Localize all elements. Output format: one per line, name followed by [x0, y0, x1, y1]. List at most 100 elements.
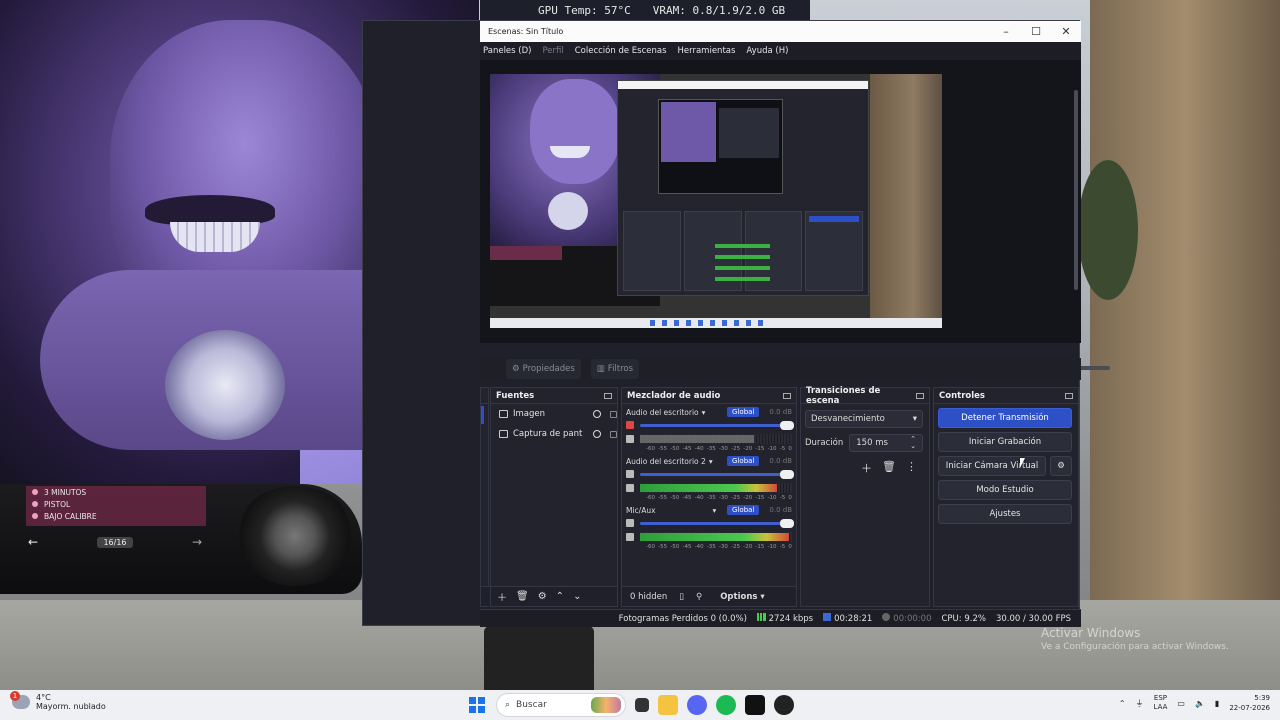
search-icon: ⌕ [505, 700, 511, 710]
clock[interactable]: 5:39 22-07-2026 [1229, 693, 1270, 713]
bullet-icon [32, 501, 38, 507]
studio-mode-button[interactable]: Modo Estudio [938, 480, 1072, 500]
volume-slider[interactable] [640, 420, 794, 430]
dock-header: Controles [934, 388, 1078, 404]
popout-icon[interactable] [783, 392, 791, 399]
lock-icon[interactable] [610, 430, 617, 438]
taskbar-search[interactable]: ⌕ Buscar [496, 693, 626, 717]
windows-start-icon[interactable] [467, 695, 487, 715]
menu-bar: Paneles (D) Perfil Colección de Escenas … [480, 42, 1081, 60]
mixer-channel: Mic/Aux ▾ Global 0.0 dB -60 -55 -50 -45 -40 -35… [622, 502, 796, 551]
language-indicator[interactable]: ESP LAA [1154, 694, 1168, 712]
add-icon[interactable]: ＋ [497, 589, 507, 604]
menu-tools[interactable]: Herramientas [678, 46, 736, 56]
menu-scene-collection[interactable]: Colección de Escenas [575, 46, 667, 56]
volume-icon[interactable]: 🔈 [1195, 699, 1205, 708]
start-record-button[interactable]: Iniciar Grabación [938, 432, 1072, 452]
trash-icon[interactable]: 🗑 [882, 460, 896, 476]
more-vertical-icon[interactable]: ⋮ [906, 460, 917, 476]
mouse-cursor-icon [1020, 458, 1025, 468]
lock-icon[interactable] [610, 410, 617, 418]
minimize-icon[interactable]: – [991, 25, 1021, 38]
gear-icon[interactable]: ⚙ [1050, 456, 1072, 476]
speaker-icon[interactable] [626, 470, 634, 478]
window-titlebar[interactable]: Escenas: Sin Título – ☐ ✕ [480, 21, 1081, 42]
meter-fill [640, 533, 789, 541]
discord-icon[interactable] [687, 695, 707, 715]
link-icon[interactable]: ⚲ [696, 592, 702, 602]
headphones-icon[interactable] [626, 533, 634, 541]
dock-header: Mezclador de audio [622, 388, 796, 404]
car-wheel [235, 486, 355, 586]
system-tray: ⌃ ⏚ ESP LAA ▭ 🔈 ▮ 5:39 22-07-2026 [1119, 693, 1270, 713]
arrow-right-icon[interactable]: → [192, 535, 202, 549]
level-meter [640, 532, 792, 542]
file-explorer-icon[interactable] [658, 695, 678, 715]
menu-help[interactable]: Ayuda (H) [746, 46, 788, 56]
add-icon[interactable]: ＋ [861, 460, 872, 476]
volume-slider[interactable] [640, 518, 794, 528]
properties-button[interactable]: ⚙ Propiedades [506, 359, 581, 379]
battery-icon[interactable]: ▮ [1215, 699, 1219, 708]
fps-readout: 30.00 / 30.00 FPS [995, 613, 1071, 624]
record-icon [882, 613, 891, 621]
duration-input[interactable]: 150 ms ⌃ ⌄ [849, 434, 923, 452]
headphones-icon[interactable] [626, 435, 634, 443]
source-item[interactable]: Imagen [491, 404, 617, 424]
menu-profile[interactable]: Perfil [542, 46, 563, 56]
chevron-down-icon[interactable]: ▾ [702, 408, 706, 417]
chevron-down-icon[interactable]: ▾ [709, 457, 713, 466]
meter-fill [640, 435, 754, 443]
stop-stream-button[interactable]: Detener Transmisión [938, 408, 1072, 428]
close-icon[interactable]: ✕ [1051, 25, 1081, 38]
eye-icon[interactable] [593, 430, 601, 438]
hidden-count[interactable]: 0 hidden [630, 592, 667, 602]
global-badge: Global [727, 456, 760, 466]
channel-name: Audio del escritorio 2 [626, 456, 706, 466]
status-bar: Fotogramas Perdidos 0 (0.0%) 2724 kbps 0… [480, 609, 1081, 627]
popout-icon[interactable] [1065, 392, 1073, 399]
maximize-icon[interactable]: ☐ [1021, 25, 1051, 38]
source-toolbar: ⚙ Propiedades ▥ Filtros [480, 358, 1081, 380]
eye-icon[interactable] [593, 410, 601, 418]
layout-icon[interactable]: ▯ [679, 592, 684, 602]
duration-label: Duración [805, 438, 844, 448]
volume-knob[interactable] [780, 518, 794, 528]
chevron-down-icon[interactable]: ▾ [713, 506, 717, 515]
volume-slider[interactable] [640, 469, 794, 479]
volume-knob[interactable] [780, 420, 794, 430]
muted-speaker-icon[interactable] [626, 421, 634, 429]
global-badge: Global [727, 505, 760, 515]
start-virtual-camera-button[interactable]: Iniciar Cámara Virtual [938, 456, 1046, 476]
gear-icon[interactable]: ⚙ [538, 591, 547, 602]
volume-knob[interactable] [780, 469, 794, 479]
popout-icon[interactable] [604, 392, 612, 399]
arrow-up-icon[interactable]: ⌃ [556, 591, 564, 602]
transition-select[interactable]: Desvanecimiento ▾ [805, 410, 923, 428]
speaker-icon[interactable] [626, 519, 634, 527]
program-preview[interactable] [490, 74, 942, 328]
duration-row: Duración 150 ms ⌃ ⌄ [805, 434, 923, 452]
weather-widget[interactable]: 1 4°C Mayorm. nublado [10, 691, 106, 711]
chevron-up-icon[interactable]: ⌃ [1119, 699, 1126, 708]
arrow-down-icon[interactable]: ⌄ [573, 591, 581, 602]
source-item[interactable]: Captura de pant [491, 424, 617, 444]
headphones-icon[interactable] [626, 484, 634, 492]
task-view-icon[interactable] [635, 698, 649, 712]
arrow-left-icon[interactable]: ← [28, 535, 38, 549]
filters-button[interactable]: ▥ Filtros [590, 359, 640, 379]
vertical-scrollbar[interactable] [1074, 90, 1078, 290]
preview-taskbar [490, 318, 942, 328]
network-icon[interactable]: ▭ [1177, 699, 1185, 708]
trash-icon[interactable]: 🗑 [516, 591, 529, 602]
capcut-icon[interactable] [745, 695, 765, 715]
monitor-icon [499, 430, 508, 438]
menu-panels[interactable]: Paneles (D) [483, 46, 531, 56]
popout-icon[interactable] [916, 392, 924, 399]
options-button[interactable]: Options ▾ [720, 592, 764, 602]
settings-button[interactable]: Ajustes [938, 504, 1072, 524]
usb-icon[interactable]: ⏚ [1136, 698, 1144, 709]
obs-icon[interactable] [774, 695, 794, 715]
stepper-icon[interactable]: ⌃ ⌄ [910, 436, 916, 450]
spotify-icon[interactable] [716, 695, 736, 715]
